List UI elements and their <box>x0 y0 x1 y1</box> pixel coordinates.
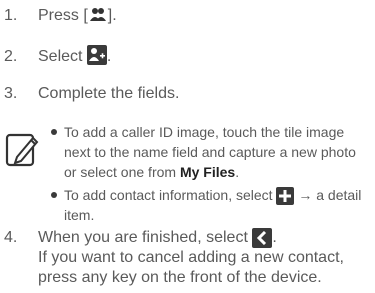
step-text-end: ]. <box>107 7 117 24</box>
bullet-text: To add contact information, select <box>64 187 273 203</box>
my-files-link: My Files <box>179 164 236 180</box>
step-number: 3. <box>4 85 18 102</box>
step-2: 2. Select . <box>4 45 111 67</box>
list-item: To add a caller ID image, touch the tile… <box>48 122 370 182</box>
step-text: Select <box>38 48 83 65</box>
step-number: 1. <box>4 7 18 24</box>
bullet-dot <box>51 192 57 198</box>
bullet-dot <box>51 129 57 135</box>
step-4-line-2: If you want to cancel adding a new conta… <box>38 249 344 266</box>
step-number: 2. <box>4 48 18 65</box>
list-item: To add contact information, select → a d… <box>48 185 370 225</box>
step-text-end: . <box>106 48 112 65</box>
step-text: Press [ <box>38 7 88 24</box>
bullet-end: . <box>235 164 240 180</box>
step-text: Complete the fields. <box>38 85 180 102</box>
add-contact-icon <box>86 45 107 65</box>
step-4: 4. When you are finished, select . If you… <box>4 228 344 288</box>
contacts-icon <box>89 6 106 28</box>
arrow: → <box>298 187 313 203</box>
step-4-line-3: press any key on the front of the device… <box>38 269 322 286</box>
step-number: 4. <box>4 229 18 246</box>
plus-icon <box>276 187 295 205</box>
note-bullets: To add a caller ID image, touch the tile… <box>48 122 370 228</box>
step-3: 3. Complete the fields. <box>4 84 179 104</box>
note-pencil-icon <box>3 130 41 170</box>
back-icon <box>252 228 273 248</box>
step-text-end: . <box>272 229 277 246</box>
step-1: 1. Press [ ]. <box>4 6 117 28</box>
step-text: When you are finished, select <box>38 229 248 246</box>
